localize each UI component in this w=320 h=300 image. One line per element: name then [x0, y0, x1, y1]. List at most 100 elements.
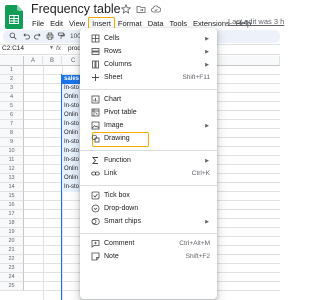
row-header[interactable]: 13	[0, 174, 24, 183]
row-header[interactable]: 22	[0, 255, 24, 264]
last-edit-link[interactable]: Last edit was 3 h	[228, 17, 284, 26]
menu-item-shortcut: Shift+F2	[185, 253, 210, 260]
menu-item-function[interactable]: Function ▶	[80, 154, 217, 167]
move-to-folder-icon[interactable]	[135, 3, 146, 14]
submenu-arrow-icon: ▶	[205, 122, 209, 129]
grid-icon	[90, 34, 100, 44]
submenu-arrow-icon: ▶	[205, 48, 209, 55]
menu-divider	[80, 185, 217, 186]
menu-item-link[interactable]: Link Ctrl+K	[80, 167, 217, 180]
menu-edit[interactable]: Edit	[47, 17, 66, 31]
name-box[interactable]: C2:C14	[2, 45, 24, 52]
menu-item-label: Columns	[104, 61, 132, 68]
row-header[interactable]: 19	[0, 228, 24, 237]
menu-item-label: Function	[104, 157, 131, 164]
menu-item-label: Drawing	[104, 135, 130, 142]
cloud-saved-icon[interactable]	[150, 3, 161, 14]
row-header[interactable]: 7	[0, 120, 24, 129]
menu-item-drawing[interactable]: Drawing	[80, 132, 217, 145]
row-header[interactable]: 11	[0, 156, 24, 165]
menu-item-cells[interactable]: Cells ▶	[80, 32, 217, 45]
menu-item-label: Note	[104, 253, 119, 260]
submenu-arrow-icon: ▶	[205, 157, 209, 164]
column-header-a[interactable]: A	[24, 56, 43, 66]
row-header[interactable]: 5	[0, 102, 24, 111]
menu-file[interactable]: File	[29, 17, 47, 31]
search-icon[interactable]	[9, 32, 17, 42]
row-header[interactable]: 15	[0, 192, 24, 201]
star-icon[interactable]	[120, 3, 131, 14]
document-title[interactable]: Frequency table	[31, 2, 121, 16]
row-header[interactable]: 9	[0, 138, 24, 147]
menu-item-label: Drop-down	[104, 205, 139, 212]
row-header[interactable]: 3	[0, 84, 24, 93]
menu-item-pivot-table[interactable]: Pivot table	[80, 106, 217, 119]
row-header[interactable]: 6	[0, 111, 24, 120]
menu-divider	[80, 233, 217, 234]
selection-border	[61, 74, 62, 300]
menu-item-shortcut: Shift+F11	[182, 74, 210, 81]
image-icon	[90, 121, 100, 131]
select-all-corner[interactable]	[0, 56, 24, 66]
pivot-table-icon	[90, 108, 100, 118]
menu-item-comment[interactable]: Comment Ctrl+Alt+M	[80, 237, 217, 250]
dropdown-icon	[90, 204, 100, 214]
redo-icon[interactable]	[34, 32, 42, 42]
row-header[interactable]: 8	[0, 129, 24, 138]
comment-icon	[90, 239, 100, 249]
row-header[interactable]: 20	[0, 237, 24, 246]
row-header[interactable]: 12	[0, 165, 24, 174]
menu-divider	[80, 150, 217, 151]
menu-item-columns[interactable]: Columns ▶	[80, 58, 217, 71]
row-header[interactable]: 10	[0, 147, 24, 156]
checkbox-icon	[90, 191, 100, 201]
menu-item-label: Sheet	[104, 74, 123, 81]
menu-item-label: Rows	[104, 48, 122, 55]
row-header[interactable]: 2	[0, 75, 24, 84]
menu-item-image[interactable]: Image ▶	[80, 119, 217, 132]
link-icon	[90, 169, 100, 179]
paint-format-icon[interactable]	[57, 32, 65, 42]
insert-menu: Cells ▶ Rows ▶ Columns ▶ Sheet Shift+F11…	[80, 28, 217, 299]
drawing-icon	[90, 134, 100, 144]
undo-icon[interactable]	[22, 32, 30, 42]
menu-item-drop-down[interactable]: Drop-down	[80, 202, 217, 215]
columns-icon	[90, 60, 100, 70]
row-header[interactable]: 18	[0, 219, 24, 228]
menu-divider	[80, 89, 217, 90]
function-fx-icon: fx	[56, 45, 62, 52]
menu-item-sheet[interactable]: Sheet Shift+F11	[80, 71, 217, 84]
chart-icon	[90, 95, 100, 105]
submenu-arrow-icon: ▶	[205, 218, 209, 225]
smart-chip-icon	[90, 217, 100, 227]
column-header-b[interactable]: B	[43, 56, 62, 66]
menu-item-label: Link	[104, 170, 117, 177]
menu-item-rows[interactable]: Rows ▶	[80, 45, 217, 58]
menu-item-shortcut: Ctrl+Alt+M	[179, 240, 210, 247]
row-header[interactable]: 25	[0, 282, 24, 291]
menu-item-tick-box[interactable]: Tick box	[80, 189, 217, 202]
menu-item-label: Smart chips	[104, 218, 141, 225]
row-header[interactable]: 14	[0, 183, 24, 192]
function-icon	[90, 156, 100, 166]
row-header[interactable]: 23	[0, 264, 24, 273]
menu-item-label: Tick box	[104, 192, 130, 199]
menu-item-chart[interactable]: Chart	[80, 93, 217, 106]
menu-item-note[interactable]: Note Shift+F2	[80, 250, 217, 263]
row-header[interactable]: 1	[0, 66, 24, 75]
submenu-arrow-icon: ▶	[205, 61, 209, 68]
submenu-arrow-icon: ▶	[205, 35, 209, 42]
menu-item-shortcut: Ctrl+K	[191, 170, 210, 177]
menu-item-label: Chart	[104, 96, 122, 103]
row-header[interactable]: 17	[0, 210, 24, 219]
row-header[interactable]: 21	[0, 246, 24, 255]
name-box-dropdown-icon[interactable]: ▼	[49, 45, 54, 51]
row-header[interactable]: 16	[0, 201, 24, 210]
row-header[interactable]: 4	[0, 93, 24, 102]
print-icon[interactable]	[46, 32, 54, 42]
menu-item-smart-chips[interactable]: Smart chips ▶	[80, 215, 217, 228]
row-header[interactable]: 24	[0, 273, 24, 282]
note-icon	[90, 252, 100, 262]
menu-item-label: Cells	[104, 35, 120, 42]
google-sheets-logo-icon[interactable]	[5, 5, 23, 29]
